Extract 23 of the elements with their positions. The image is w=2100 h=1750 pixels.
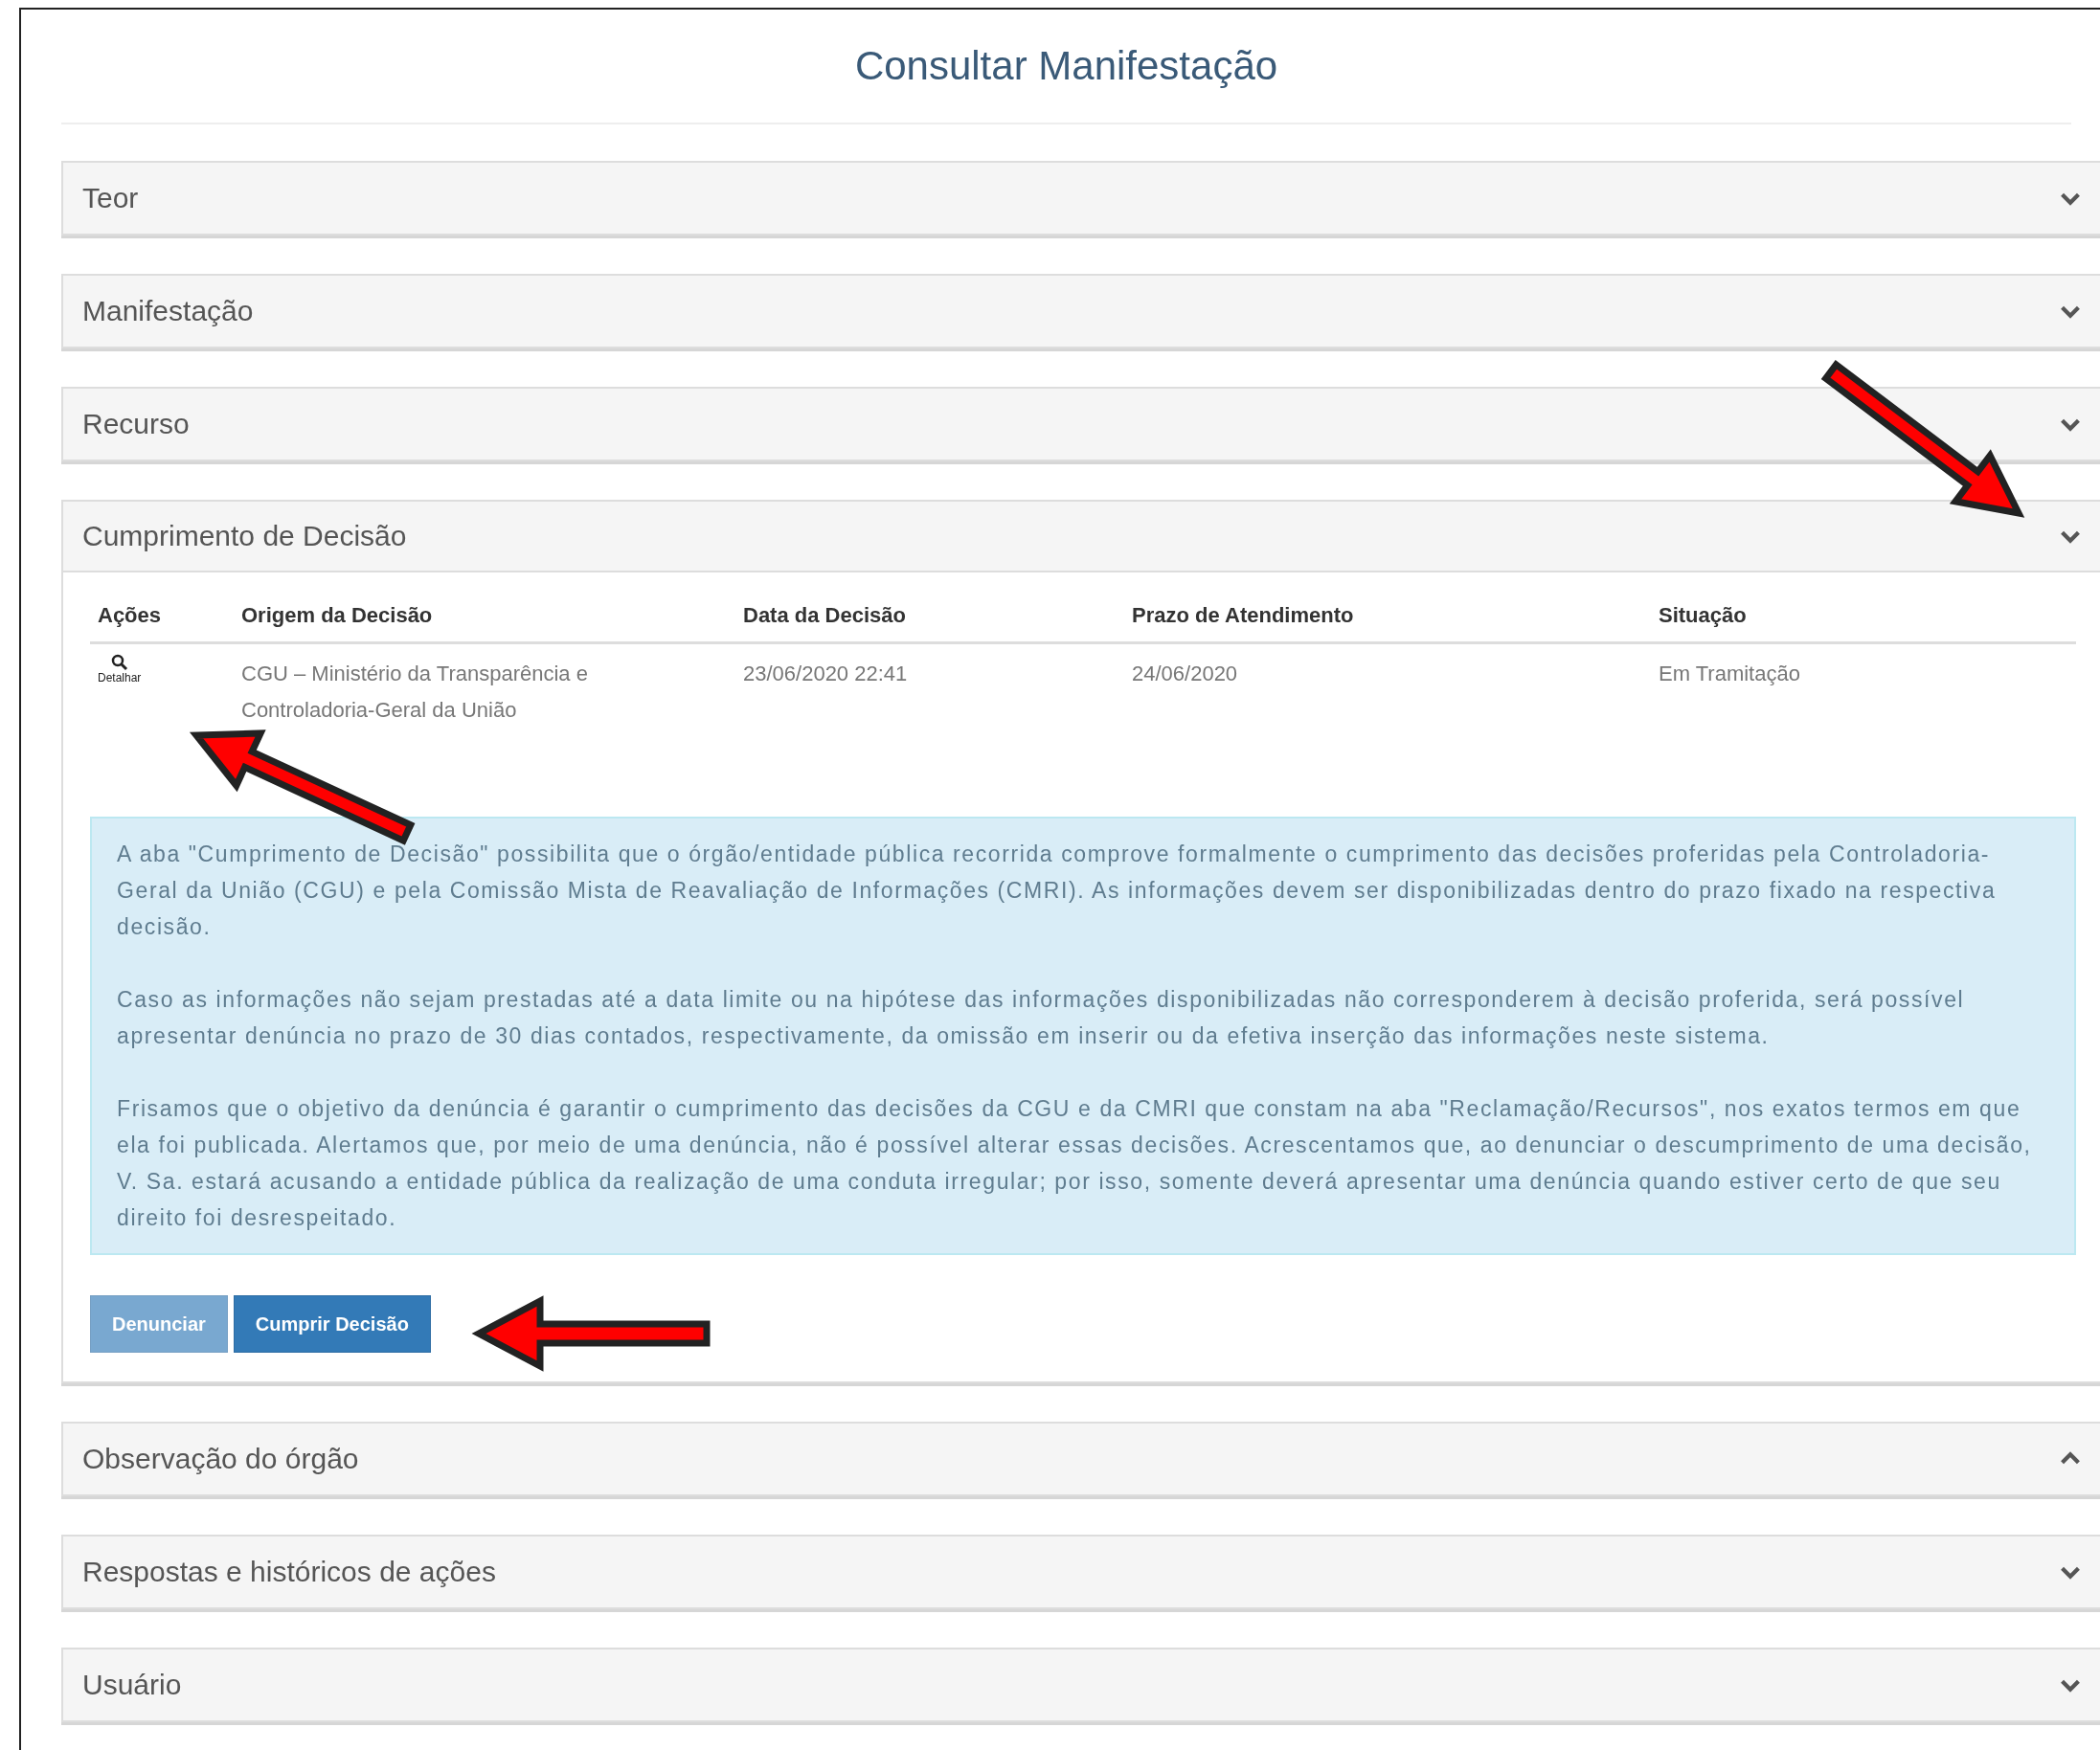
accordion-header[interactable]: Manifestação	[63, 276, 2100, 347]
column-header: Situação	[1651, 592, 2076, 644]
table-cell-text: 23/06/2020 22:41	[742, 661, 909, 687]
accordion-header[interactable]: Respostas e históricos de ações	[63, 1537, 2100, 1607]
accordion-header[interactable]: Observação do órgão	[63, 1424, 2100, 1494]
details-link[interactable]: Detalhar	[98, 654, 142, 730]
info-paragraph: Frisamos que o objetivo da denúncia é garantir o cumprimento das decisões da CGU e da CMRI que constam na aba "Reclamação/Recursos", nos exatos termos em que ela foi publicada. Alertamos que, por meio de uma denúncia, não é possível alterar essas decisões. Acrescentamos que, ao denunciar o descumprimento de uma decisão, V. Sa. estará acusando a entidade pública da realização de uma conduta irregular; por isso, somente deverá apresentar uma denúncia quando estiver certo de que seu direito foi desrespeitado.	[117, 1095, 2033, 1232]
search-icon	[110, 654, 128, 671]
info-paragraph: A aba "Cumprimento de Decisão" possibilita que o órgão/entidade pública recorrida comprove formalmente o cumprimento das decisões proferidas pela Controladoria-Geral da União (CGU) e pela Comissão Mista de Reavaliação de Informações (CMRI). As informações devem ser disponibilizadas dentro do prazo fixado na respectiva decisão.	[117, 841, 1998, 941]
column-header: Ações	[90, 592, 234, 644]
column-header: Data da Decisão	[735, 592, 1124, 644]
accordion-header[interactable]: Cumprimento de Decisão	[63, 502, 2100, 572]
table-cell-text: CGU – Ministério da Transparência e Controladoria-Geral da União	[240, 661, 589, 724]
info-paragraph: Caso as informações não sejam prestadas até a data limite ou na hipótese das informações disponibilizadas não corresponderem à decisão proferida, será possível apresentar denúncia no prazo de 30 dias contados, respectivamente, da omissão em inserir ou da efetiva inserção das informações neste sistema.	[117, 986, 1966, 1050]
accordion-header[interactable]: Teor	[63, 163, 2100, 234]
accordion-header[interactable]: Usuário	[63, 1649, 2100, 1720]
comply-button[interactable]: Cumprir Decisão	[233, 1295, 431, 1353]
column-header: Prazo de Atendimento	[1124, 592, 1651, 644]
accordion-header[interactable]: Recurso	[63, 389, 2100, 460]
page-title: Consultar Manifestação	[854, 43, 1278, 89]
table-cell-text: 24/06/2020	[1131, 661, 1239, 687]
table-cell-text: Em Tramitação	[1658, 661, 1801, 687]
column-header: Origem da Decisão	[234, 592, 735, 644]
